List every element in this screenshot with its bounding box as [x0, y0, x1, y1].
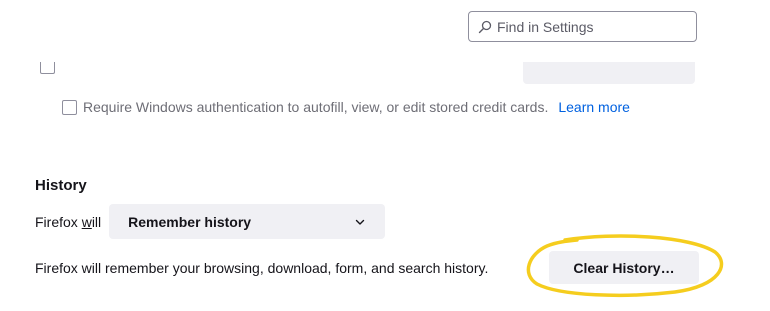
firefox-will-accesskey: w — [81, 213, 92, 230]
history-mode-row: Firefox will Remember history — [35, 204, 386, 239]
history-section-title: History — [35, 177, 87, 194]
require-auth-label: Require Windows authentication to autofi… — [83, 99, 549, 115]
require-auth-row: Require Windows authentication to autofi… — [62, 99, 630, 115]
history-description: Firefox will remember your browsing, dow… — [35, 260, 489, 276]
firefox-will-label: Firefox will — [35, 214, 101, 230]
history-mode-dropdown[interactable]: Remember history — [109, 204, 386, 239]
require-auth-checkbox[interactable] — [62, 99, 77, 115]
partial-button[interactable] — [523, 62, 695, 84]
firefox-will-prefix: Firefox — [35, 213, 82, 230]
chevron-down-icon — [354, 216, 366, 228]
firefox-will-suffix: ill — [91, 213, 102, 230]
learn-more-link[interactable]: Learn more — [558, 99, 630, 115]
search-input[interactable] — [497, 18, 687, 35]
clear-history-button[interactable]: Clear History… — [549, 251, 699, 284]
search-icon — [477, 19, 493, 35]
history-mode-value: Remember history — [128, 213, 252, 230]
search-box[interactable] — [468, 11, 697, 42]
partial-checkbox[interactable] — [40, 62, 55, 74]
